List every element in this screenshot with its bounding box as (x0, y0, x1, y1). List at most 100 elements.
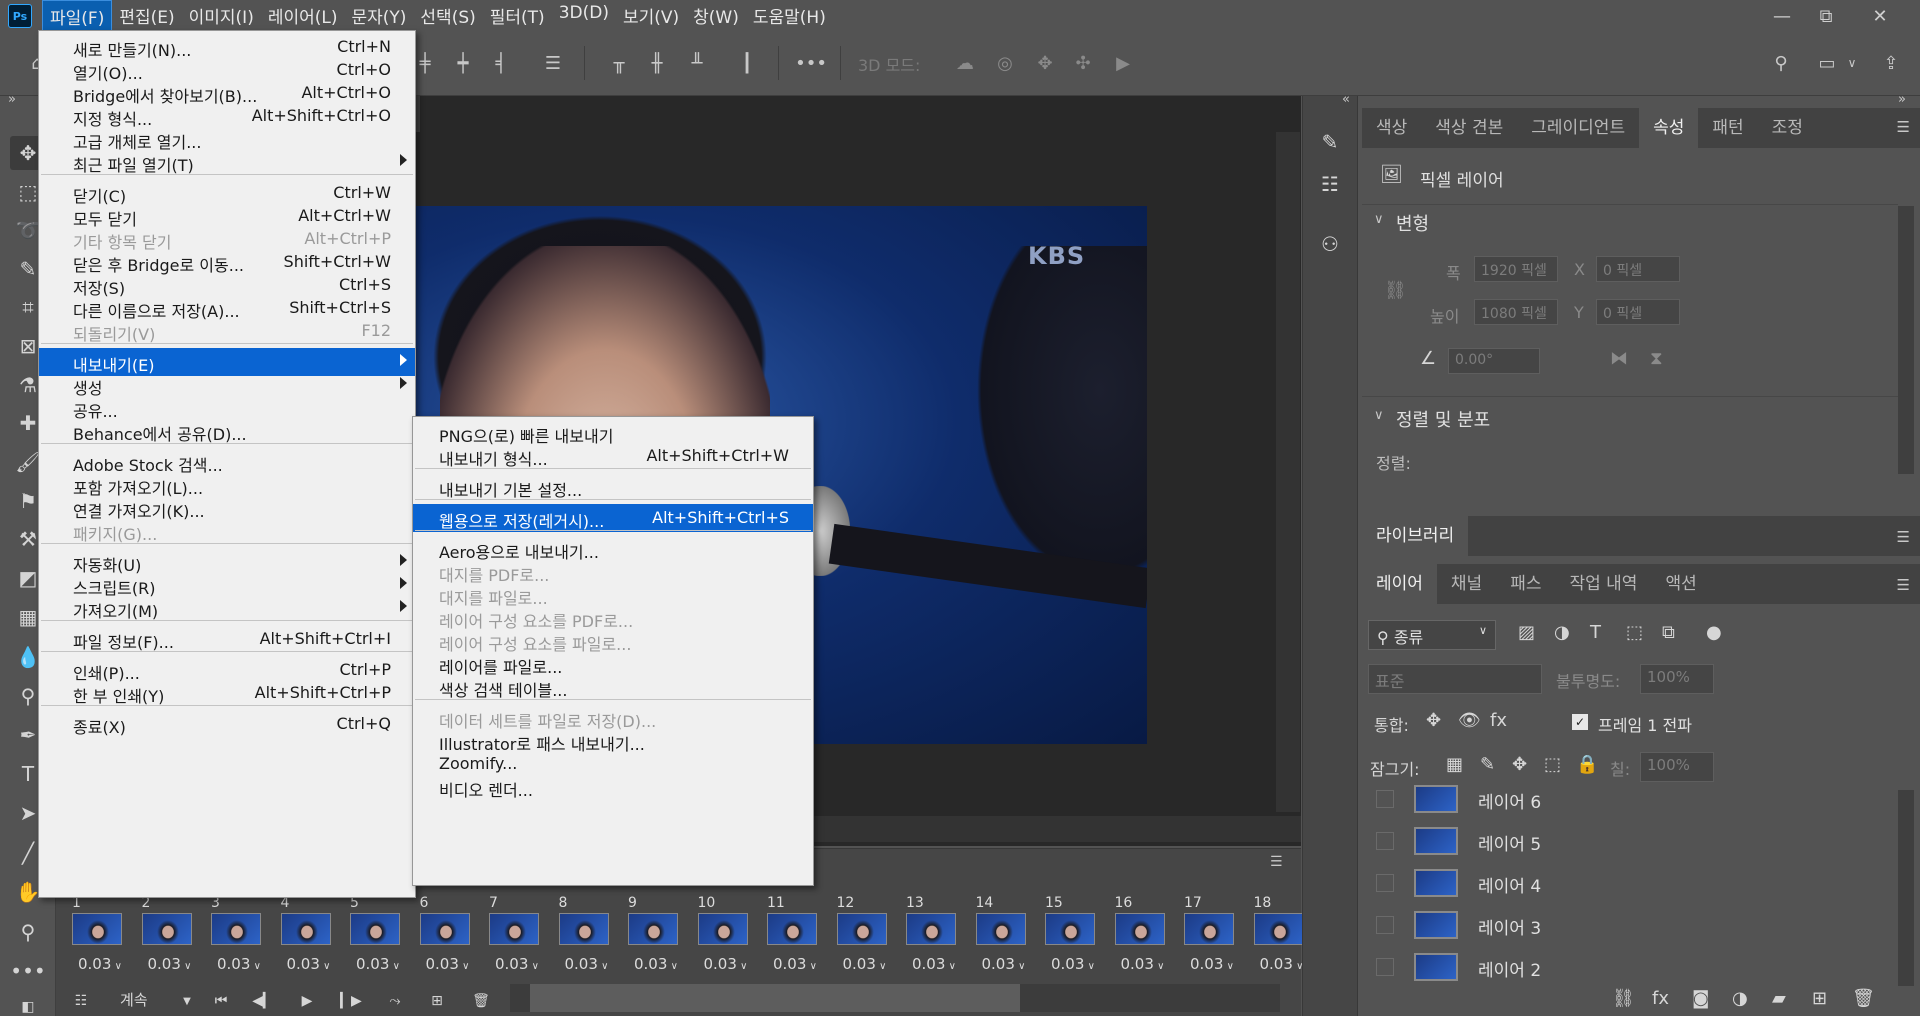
layer-visibility-toggle[interactable] (1376, 874, 1394, 892)
frame-delay-dropdown[interactable]: 0.03 (1051, 955, 1095, 973)
flip-vertical-icon[interactable]: ⧗ (1650, 348, 1663, 369)
frame-delay-dropdown[interactable]: 0.03 (78, 955, 122, 973)
tab-properties-0[interactable]: 색상 (1362, 108, 1421, 148)
timeline-frame[interactable]: 6 0.03 (418, 895, 476, 981)
lock-artboard-icon[interactable]: ⬚ (1544, 754, 1561, 775)
export-submenu-item[interactable]: 내보내기 형식... Alt+Shift+Ctrl+W (413, 442, 813, 470)
opacity-field[interactable]: 100% (1640, 664, 1714, 694)
tab-properties-4[interactable]: 패턴 (1698, 108, 1757, 148)
loop-options-dropdown[interactable]: 계속 (120, 989, 148, 1010)
align-middle-icon[interactable]: ╫ (642, 48, 672, 78)
tab-layers-1[interactable]: 채널 (1437, 564, 1496, 604)
new-group-icon[interactable]: ▰ (1772, 988, 1786, 1009)
tab-layers-2[interactable]: 패스 (1496, 564, 1555, 604)
frame-delay-dropdown[interactable]: 0.03 (982, 955, 1026, 973)
frame-delay-dropdown[interactable]: 0.03 (495, 955, 539, 973)
restore-button[interactable]: ⧉ (1804, 0, 1848, 32)
menu-7[interactable]: 3D(D) (552, 0, 616, 33)
canvas-vertical-scrollbar[interactable] (1276, 132, 1300, 812)
workspace-icon[interactable]: ▭ (1812, 48, 1842, 78)
3d-camera-icon[interactable]: ▶ (1108, 48, 1138, 78)
search-icon[interactable]: ⚲ (1766, 48, 1796, 78)
frame-delay-dropdown[interactable]: 0.03 (287, 955, 331, 973)
share-icon[interactable]: ⇪ (1876, 48, 1906, 78)
3d-pan-icon[interactable]: ✥ (1030, 48, 1060, 78)
collapse-toolbar-icon[interactable]: » (8, 92, 16, 107)
frame-delay-dropdown[interactable]: 0.03 (1260, 955, 1304, 973)
frame-delay-dropdown[interactable]: 0.03 (843, 955, 887, 973)
blend-mode-dropdown[interactable]: 표준 (1368, 664, 1542, 694)
distribute-h-icon[interactable]: ☰ (538, 48, 568, 78)
menu-3[interactable]: 레이어(L) (261, 0, 345, 33)
frame-delay-dropdown[interactable]: 0.03 (634, 955, 678, 973)
chevron-down-icon[interactable]: ∨ (1374, 408, 1384, 423)
timeline-frame[interactable]: 16 0.03 (1113, 895, 1171, 981)
file-menu-item[interactable]: 종료(X) Ctrl+Q (39, 710, 415, 738)
expand-panels-icon[interactable]: » (1898, 92, 1906, 107)
tab-properties-3[interactable]: 속성 (1639, 108, 1699, 148)
export-submenu-item[interactable]: 내보내기 기본 설정... (413, 473, 813, 501)
link-icon[interactable]: ⛓ (1384, 280, 1407, 301)
3d-slide-icon[interactable]: ✣ (1068, 48, 1098, 78)
align-center-v-icon[interactable]: ┿ (448, 48, 478, 78)
menu-6[interactable]: 필터(T) (483, 0, 552, 33)
timeline-frame[interactable]: 2 0.03 (140, 895, 198, 981)
filter-smart-object-icon[interactable]: ⧉ (1662, 622, 1675, 643)
timeline-frame[interactable]: 11 0.03 (765, 895, 823, 981)
timeline-frame[interactable]: 4 0.03 (279, 895, 337, 981)
edit-toolbar-icon[interactable]: ••• (10, 954, 46, 988)
layer-row[interactable]: 레이어 5 (1362, 820, 1892, 862)
file-menu-item[interactable]: Behance에서 공유(D)... (39, 417, 415, 445)
chevron-down-icon[interactable]: ▼ (172, 988, 202, 1014)
x-field[interactable]: 0 픽셀 (1596, 256, 1680, 282)
add-mask-icon[interactable]: ◙ (1692, 988, 1709, 1009)
timeline-frame[interactable]: 10 0.03 (696, 895, 754, 981)
collapse-panels-icon[interactable]: « (1342, 92, 1350, 107)
timeline-frame[interactable]: 1 0.03 (70, 895, 128, 981)
timeline-frame[interactable]: 13 0.03 (904, 895, 962, 981)
layers-menu-icon[interactable]: ☰ (1897, 576, 1910, 594)
delete-layer-icon[interactable]: 🗑 (1852, 988, 1875, 1009)
layer-row[interactable]: 레이어 3 (1362, 904, 1892, 946)
export-submenu-item[interactable]: 색상 검색 테이블... (413, 673, 813, 701)
frame-delay-dropdown[interactable]: 0.03 (704, 955, 748, 973)
lock-position-icon[interactable]: ✥ (1512, 754, 1527, 775)
filter-pixel-icon[interactable]: ▨ (1518, 622, 1535, 643)
distribute-v-icon[interactable]: ┃ (732, 48, 762, 78)
brush-settings-icon[interactable]: ✎ (1312, 124, 1348, 160)
tab-layers-4[interactable]: 액션 (1651, 564, 1710, 604)
layer-visibility-toggle[interactable] (1376, 916, 1394, 934)
flip-horizontal-icon[interactable]: ⧓ (1610, 348, 1628, 369)
menu-9[interactable]: 창(W) (686, 0, 746, 33)
first-frame-icon[interactable]: ⏮ (206, 988, 236, 1014)
tab-layers-0[interactable]: 레이어 (1362, 564, 1437, 604)
timeline-frame[interactable]: 5 0.03 (348, 895, 406, 981)
file-menu-item[interactable]: 최근 파일 열기(T) (39, 148, 415, 176)
3d-roll-icon[interactable]: ◎ (990, 48, 1020, 78)
timeline-frame[interactable]: 14 0.03 (974, 895, 1032, 981)
tab-properties-5[interactable]: 조정 (1758, 108, 1817, 148)
layer-row[interactable]: 레이어 2 (1362, 946, 1892, 988)
menu-5[interactable]: 선택(S) (413, 0, 482, 33)
layer-row[interactable]: 레이어 6 (1362, 778, 1892, 820)
frame-delay-dropdown[interactable]: 0.03 (912, 955, 956, 973)
zoom-tool-icon[interactable]: ⚲ (10, 915, 46, 949)
menu-2[interactable]: 이미지(I) (182, 0, 261, 33)
timeline-frame[interactable]: 9 0.03 (626, 895, 684, 981)
layer-visibility-toggle[interactable] (1376, 832, 1394, 850)
menu-8[interactable]: 보기(V) (616, 0, 686, 33)
frame-delay-dropdown[interactable]: 0.03 (356, 955, 400, 973)
properties-scrollbar[interactable] (1898, 206, 1914, 474)
tab-libraries[interactable]: 라이브러리 (1362, 516, 1469, 556)
menu-1[interactable]: 편집(E) (112, 0, 181, 33)
menu-4[interactable]: 문자(Y) (344, 0, 413, 33)
minimize-button[interactable]: — (1760, 0, 1804, 32)
lock-all-icon[interactable]: 🔒 (1576, 754, 1598, 775)
character-panel-icon[interactable]: ⚇ (1312, 226, 1348, 262)
frame-delay-dropdown[interactable]: 0.03 (1190, 955, 1234, 973)
link-layers-icon[interactable]: ⛓ (1612, 988, 1635, 1009)
width-field[interactable]: 1920 픽셀 (1474, 256, 1558, 282)
tab-properties-1[interactable]: 색상 견본 (1421, 108, 1517, 148)
libraries-menu-icon[interactable]: ☰ (1897, 528, 1910, 546)
angle-field[interactable]: 0.00° (1448, 348, 1540, 374)
